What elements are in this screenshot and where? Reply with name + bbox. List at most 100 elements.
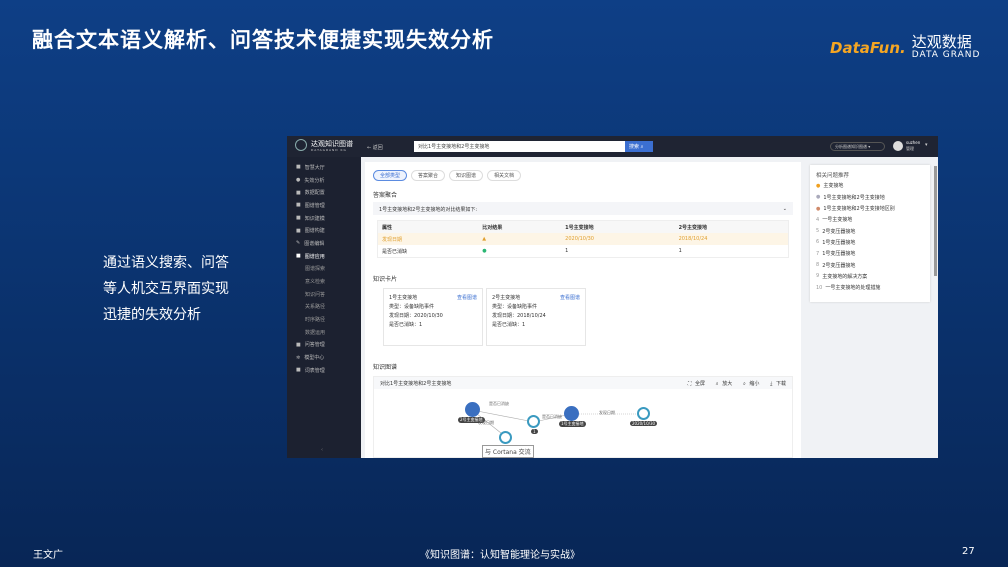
related-item[interactable]: 5 2号变压器接地 (816, 225, 924, 236)
graph-node[interactable] (465, 402, 480, 417)
rank-icon: ● (816, 182, 821, 189)
table-cell: 2018/10/24 (678, 236, 708, 242)
related-label: 一号主变接地的处理措施 (825, 285, 881, 292)
back-button[interactable]: ← 返回 (367, 144, 383, 151)
sidebar-item[interactable]: ■ 图谱管理 (287, 199, 361, 212)
graph-node[interactable] (527, 415, 540, 428)
related-item[interactable]: ● 主变接地 (816, 180, 924, 191)
table-header: 2号主变接地 (678, 224, 708, 231)
menu-icon: ■ (296, 215, 301, 222)
related-questions-panel: 相关问题推荐 ● 主变接地 ● 1号主变接地和2号主变接地 ● 1号主变接地和2号主变… (810, 165, 930, 302)
tooltip: 与 Cortana 交流 (482, 445, 534, 458)
scrollbar[interactable] (934, 166, 937, 276)
sidebar-item[interactable]: ✲ 模型中心 (287, 351, 361, 364)
sidebar-item[interactable]: ■ 知识建模 (287, 212, 361, 225)
menu-icon: ■ (296, 253, 301, 260)
graph-edge-label: 是否已消缺 (489, 401, 509, 406)
tab-docs[interactable]: 相关文档 (487, 170, 522, 181)
tabs: 全部类型 答案聚合 知识图谱 相关文档 (373, 170, 525, 181)
related-title: 相关问题推荐 (816, 172, 850, 179)
related-label: 1号变压器接地 (822, 251, 856, 258)
sidebar-item[interactable]: ● 失效分析 (287, 174, 361, 187)
sidebar-item-label: 智慧大厅 (304, 164, 325, 171)
graph-node-label: 2020/10/30 (630, 421, 658, 426)
tab-all[interactable]: 全部类型 (373, 170, 408, 181)
sidebar-item[interactable]: ✎ 图谱编辑 (287, 237, 361, 250)
graph-node[interactable] (564, 406, 579, 421)
sidebar-item[interactable]: ■ 问答管理 (287, 339, 361, 352)
graph-title: 知识图谱 (373, 364, 398, 371)
table-header: 比对结果 (482, 224, 503, 231)
related-item[interactable]: 10 一号主变接地的处理措施 (816, 282, 924, 293)
graph-select[interactable]: 分析图谱知识图谱 ▾ (830, 142, 885, 151)
sidebar: ■ 智慧大厅 ● 失效分析 ■ 数据配置 ■ 图谱管理 ■ 知识建模 ■ 图谱构建 ✎ 图谱编… (287, 157, 361, 458)
related-item[interactable]: ● 1号主变接地和2号主变接地区别 (816, 203, 924, 214)
related-item[interactable]: ● 1号主变接地和2号主变接地 (816, 192, 924, 203)
related-label: 1号主变接地和2号主变接地 (823, 194, 885, 201)
rank-number: 10 (816, 284, 823, 291)
footer-author: 王文广 (33, 550, 63, 561)
rank-number: 8 (816, 262, 820, 269)
related-item[interactable]: 7 1号变压器接地 (816, 248, 924, 259)
graph-node-label: 1 (531, 429, 538, 434)
brand-logo-icon (295, 139, 307, 151)
tab-graph[interactable]: 知识图谱 (449, 170, 484, 181)
sidebar-item[interactable]: ■ 智慧大厅 (287, 161, 361, 174)
rank-icon: ● (816, 194, 821, 201)
sidebar-subitem[interactable]: 图谱探索 (287, 263, 361, 276)
slide-title: 融合文本语义解析、问答技术便捷实现失效分析 (32, 28, 494, 52)
sidebar-item[interactable]: ■ 词表管理 (287, 364, 361, 377)
user-name[interactable]: suzhen (906, 140, 920, 145)
related-item[interactable]: 4 一号主变接地 (816, 214, 924, 225)
chevron-down-icon[interactable]: ▾ (925, 142, 928, 148)
card-type: 类型：设备缺陷事件 (389, 304, 435, 310)
sidebar-subitem[interactable]: 数据运用 (287, 326, 361, 339)
related-item[interactable]: 6 1号变压器接地 (816, 237, 924, 248)
cards-title: 知识卡片 (373, 276, 398, 283)
sidebar-item-label: 图谱编辑 (304, 240, 325, 247)
description-line: 等人机交互界面实现 (103, 281, 229, 297)
menu-icon: ■ (296, 341, 301, 348)
main-content: 全部类型 答案聚合 知识图谱 相关文档 答案聚合 1号主变接地和2号主变接地的对比结果… (365, 162, 801, 458)
view-graph-link[interactable]: 查看图谱 (560, 294, 580, 303)
warning-icon: ▲ (482, 236, 487, 242)
graph-node[interactable] (637, 407, 650, 420)
sidebar-subitem[interactable]: 时序路径 (287, 313, 361, 326)
sidebar-item-label: 图谱构建 (304, 228, 325, 235)
related-item[interactable]: 9 主变接地的解决方案 (816, 271, 924, 282)
related-item[interactable]: 8 2号变压器接地 (816, 259, 924, 270)
check-icon: ● (482, 248, 487, 254)
rank-number: 5 (816, 228, 820, 235)
menu-icon: ● (296, 177, 301, 184)
sidebar-subitem[interactable]: 意义检索 (287, 275, 361, 288)
rank-number: 9 (816, 273, 820, 280)
search-button[interactable]: 搜索 ⌕ (625, 141, 653, 152)
datafun-logo: DataFun. (830, 38, 906, 57)
sidebar-item[interactable]: ■ 图谱应用 (287, 250, 361, 263)
related-label: 2号变压器接地 (822, 262, 856, 269)
search-button-label: 搜索 (629, 144, 640, 150)
graph-panel: 对比1号主变接地和2号主变接地 ⛶ 全屏 ⌕ 放大 ⌕ 缩小 ⤓ 下载 2号主变… (373, 376, 793, 458)
answer-summary[interactable]: 1号主变接地和2号主变接地的对比结果如下: ⌄ (373, 202, 793, 215)
menu-icon: ■ (296, 189, 301, 196)
rank-number: 6 (816, 239, 820, 246)
graph-node[interactable] (499, 431, 512, 444)
card-name: 1号主变接地 (389, 295, 418, 301)
logo: DataFun. 达观数据 DATA GRAND (830, 35, 980, 61)
sidebar-item[interactable]: ■ 数据配置 (287, 186, 361, 199)
sidebar-subitem[interactable]: 知识问答 (287, 288, 361, 301)
tab-answer[interactable]: 答案聚合 (411, 170, 446, 181)
search-input[interactable]: 对比1号主变接地和2号主变接地 (414, 141, 625, 152)
menu-icon: ✎ (296, 240, 301, 247)
table-cell: 是否已消缺 (382, 248, 408, 255)
sidebar-subitem[interactable]: 关系路径 (287, 301, 361, 314)
sidebar-item-label: 模型中心 (304, 355, 325, 362)
card-type: 类型：设备缺陷事件 (492, 304, 538, 310)
collapse-icon[interactable]: ‹ (321, 447, 323, 453)
menu-icon: ■ (296, 367, 301, 374)
sidebar-item-label: 词表管理 (304, 367, 325, 374)
view-graph-link[interactable]: 查看图谱 (457, 294, 477, 303)
card-date: 发现日期：2020/10/30 (389, 313, 443, 319)
sidebar-item[interactable]: ■ 图谱构建 (287, 224, 361, 237)
avatar[interactable] (893, 141, 903, 151)
